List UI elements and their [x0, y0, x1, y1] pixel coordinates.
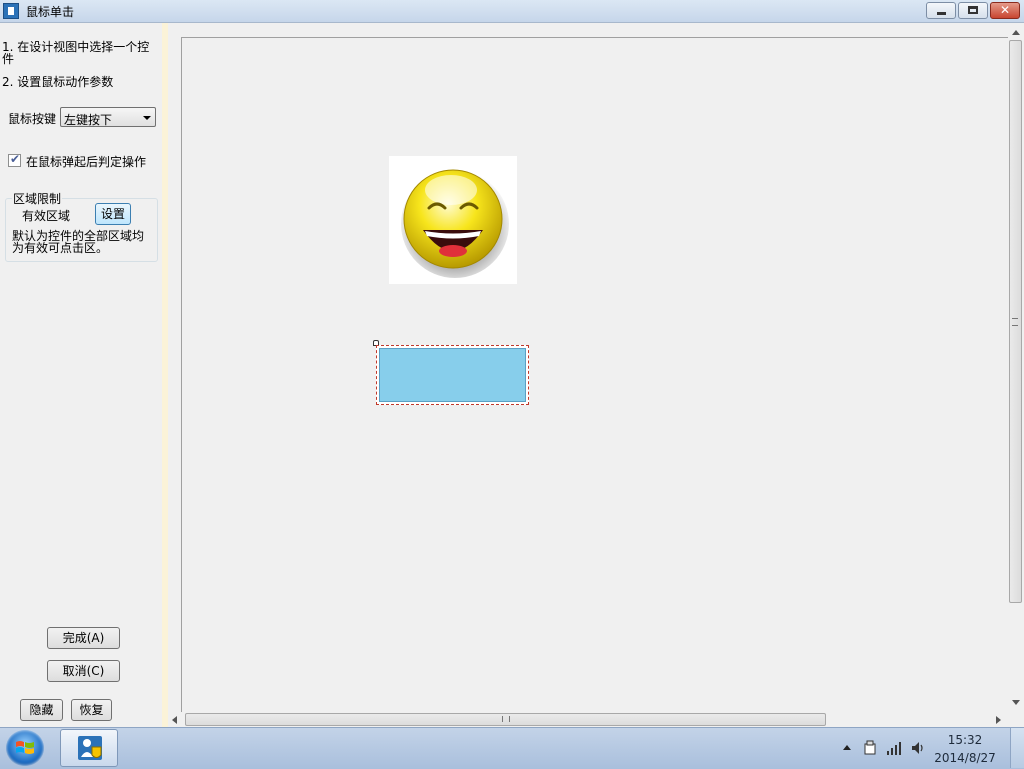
close-button[interactable]: ✕ [990, 2, 1020, 19]
app-task-icon [78, 736, 102, 760]
finish-button[interactable]: 完成(A) [47, 627, 120, 649]
region-description: 默认为控件的全部区域均为有效可点击区。 [12, 229, 145, 255]
scroll-right-icon[interactable] [996, 716, 1001, 724]
panel-splitter[interactable] [162, 23, 168, 727]
volume-icon[interactable] [910, 740, 926, 756]
title-bar: 鼠标单击 ✕ [0, 0, 1024, 23]
mouse-key-select[interactable]: 左键按下 [60, 107, 156, 127]
tray-expand-icon[interactable] [843, 745, 851, 750]
minimize-button[interactable] [926, 2, 956, 19]
maximize-button[interactable] [958, 2, 988, 19]
minimize-icon [937, 12, 946, 15]
scroll-left-icon[interactable] [172, 716, 177, 724]
settings-panel: 1. 在设计视图中选择一个控件 2. 设置鼠标动作参数 鼠标按键 左键按下 ✔ … [0, 23, 162, 727]
region-limit-title: 区域限制 [12, 190, 63, 207]
window-title: 鼠标单击 [26, 5, 75, 19]
release-checkbox-label[interactable]: 在鼠标弹起后判定操作 [26, 153, 146, 170]
grip-icon [1012, 318, 1018, 326]
usb-icon[interactable] [862, 740, 878, 756]
scroll-up-icon[interactable] [1012, 30, 1020, 35]
show-desktop-button[interactable] [1010, 728, 1024, 768]
design-canvas[interactable] [181, 37, 1008, 713]
step-2-text: 2. 设置鼠标动作参数 [2, 75, 114, 89]
selected-rectangle-control[interactable] [376, 345, 529, 405]
clock-time[interactable]: 15:32 [930, 733, 1000, 747]
grip-icon [502, 716, 510, 722]
scroll-down-icon[interactable] [1012, 700, 1020, 705]
checkmark-icon: ✔ [10, 152, 21, 166]
chevron-down-icon [143, 116, 151, 120]
mouse-key-value: 左键按下 [64, 113, 113, 127]
window-controls: ✕ [926, 2, 1020, 19]
clock-date[interactable]: 2014/8/27 [930, 751, 1000, 765]
cancel-button[interactable]: 取消(C) [47, 660, 120, 682]
release-checkbox[interactable]: ✔ [8, 152, 21, 167]
image-control[interactable] [389, 156, 517, 284]
mouse-key-label: 鼠标按键 [8, 112, 57, 126]
restore-window-icon [968, 6, 978, 14]
close-icon: ✕ [999, 3, 1011, 17]
hide-button[interactable]: 隐藏 [20, 699, 63, 721]
restore-button[interactable]: 恢复 [71, 699, 112, 721]
app-icon [3, 3, 19, 19]
signal-icon[interactable] [886, 740, 902, 756]
smiley-icon [401, 169, 509, 278]
step-1-text: 1. 在设计视图中选择一个控件 [2, 40, 150, 66]
valid-region-label: 有效区域 [22, 209, 71, 223]
set-region-button[interactable]: 设置 [95, 203, 131, 225]
rectangle-fill [379, 348, 526, 402]
windows-start-icon [16, 741, 34, 754]
